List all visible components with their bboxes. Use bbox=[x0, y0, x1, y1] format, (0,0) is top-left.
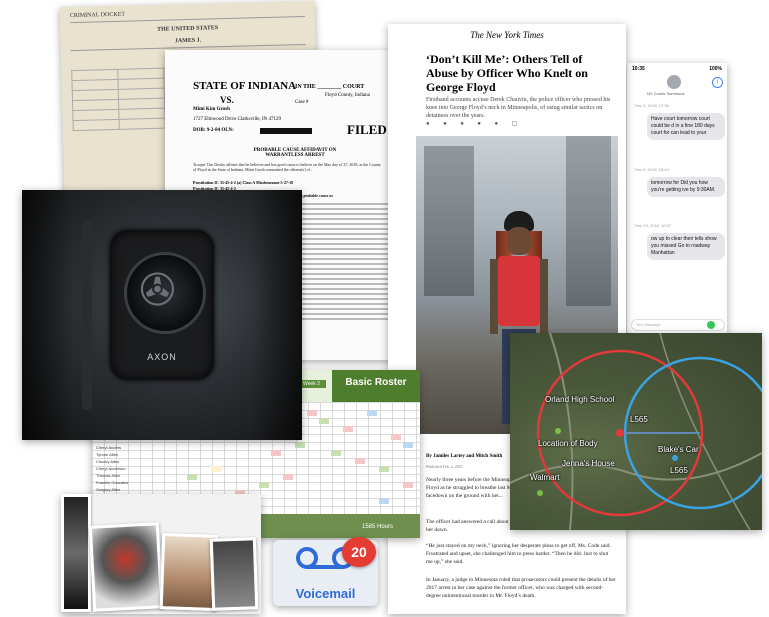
road bbox=[549, 333, 574, 530]
body-camera: ✇ AXON bbox=[110, 230, 214, 380]
cell bbox=[319, 418, 329, 424]
map-label-distance: L565 bbox=[630, 415, 648, 424]
notification-badge: 20 bbox=[342, 537, 376, 567]
cell bbox=[391, 434, 401, 440]
map-label-jenna: Jenna's House bbox=[562, 459, 615, 468]
cell bbox=[211, 466, 221, 472]
total-hours: 1585 Hours bbox=[362, 524, 394, 530]
share-icons[interactable]: ● ● ● ● ● ▢ bbox=[426, 120, 523, 127]
cell bbox=[403, 442, 413, 448]
cell bbox=[379, 466, 389, 472]
map-pin-icon[interactable] bbox=[537, 490, 543, 496]
article-date: Published Feb. 2, 2021 bbox=[426, 464, 463, 469]
map-label-school: Orland High School bbox=[545, 395, 615, 404]
message-timestamp: Dec 4, 2018, 16:44 bbox=[635, 167, 669, 172]
article-headline: ‘Don’t Kill Me’: Others Tell of Abuse by… bbox=[426, 52, 588, 94]
cell bbox=[187, 474, 197, 480]
contact-name: NY Courts Summons bbox=[647, 91, 685, 96]
employee-name: Franklin Gonzales bbox=[96, 480, 129, 485]
message-text: tomorrow for Did you how you're getting … bbox=[651, 180, 716, 193]
photo-collage bbox=[61, 494, 261, 614]
message-bubble: Have court tomorrow court could be d in … bbox=[647, 113, 725, 140]
cell bbox=[283, 474, 293, 480]
article-paragraph: “He just stayed on my neck,” ignoring he… bbox=[426, 543, 611, 565]
map-label-distance: L565 bbox=[670, 466, 688, 475]
map-label-walmart: Walmart bbox=[530, 473, 560, 482]
defendant-address: 1727 Elmwood Drive Clarksville, IN 47129 bbox=[193, 117, 282, 122]
cell bbox=[367, 410, 377, 416]
nyt-masthead: The New York Times bbox=[470, 30, 544, 40]
article-subhead: Firsthand accounts accuse Derek Chauvin,… bbox=[426, 97, 611, 119]
red-shirt bbox=[498, 256, 540, 326]
case-number-label: Case # bbox=[295, 100, 309, 105]
message-timestamp: Dec 3, 2018, 17:35 bbox=[635, 103, 669, 108]
info-icon[interactable]: i bbox=[712, 77, 723, 88]
message-bubble: ow up to clear their tells show you miss… bbox=[647, 233, 725, 260]
tree bbox=[566, 136, 611, 306]
employee-name: Cheryl Anderson bbox=[96, 466, 126, 471]
cell bbox=[331, 450, 341, 456]
photo-thumbnail[interactable] bbox=[88, 522, 164, 612]
employee-name: Gregory Allen bbox=[96, 487, 121, 492]
map-label-body: Location of Body bbox=[538, 439, 598, 448]
send-button[interactable] bbox=[707, 321, 715, 329]
voicemail-label: Voicemail bbox=[295, 586, 356, 601]
photo-thumbnail[interactable] bbox=[209, 537, 259, 611]
court-word: COURT bbox=[342, 84, 365, 90]
redaction-bar bbox=[260, 128, 312, 134]
affidavit-body: Trooper Tim Doxby affirms that he believ… bbox=[193, 162, 381, 172]
status-bar: 10:35 100% bbox=[627, 63, 727, 75]
imessage-screen: 10:35 100% i NY Courts Summons Dec 3, 20… bbox=[627, 63, 727, 335]
map-pin-icon[interactable] bbox=[555, 428, 561, 434]
camera-lens-icon: ✇ bbox=[124, 252, 206, 334]
cell bbox=[355, 458, 365, 464]
roster-title: Basic Roster bbox=[332, 370, 420, 402]
tree bbox=[424, 146, 474, 296]
charge-1: Prostitution IC 35-45-4-2 (a) Class A Mi… bbox=[193, 180, 294, 185]
message-text: ow up to clear their tells show you miss… bbox=[651, 236, 717, 256]
axon-logo: AXON bbox=[147, 352, 177, 362]
battery-level: 100% bbox=[709, 66, 722, 72]
message-bubble: tomorrow for Did you how you're getting … bbox=[647, 177, 725, 197]
car-icon[interactable] bbox=[672, 455, 678, 461]
affidavit-heading: PROBABLE CAUSE AFFIDAVIT ON WARRANTLESS … bbox=[253, 148, 337, 158]
cell bbox=[295, 442, 305, 448]
court-label: IN THE ________ COURT bbox=[295, 84, 365, 90]
cell bbox=[271, 450, 281, 456]
face bbox=[507, 227, 531, 255]
map-overlay bbox=[510, 333, 762, 530]
employee-name: Chucky Allen bbox=[96, 459, 120, 464]
cell bbox=[307, 410, 317, 416]
clock: 10:35 bbox=[632, 66, 645, 72]
filed-stamp: FILED bbox=[347, 122, 387, 137]
camera-clip bbox=[82, 220, 92, 410]
state-title: STATE OF INDIANA bbox=[193, 80, 297, 92]
in-the: IN THE bbox=[295, 84, 316, 90]
employee-name: Tyrone Allen bbox=[96, 452, 119, 457]
message-text: Have court tomorrow court could be d in … bbox=[651, 116, 715, 136]
defendant-dob: DOB: 9-2-84 OLN: bbox=[193, 128, 234, 133]
defendant-name: Mimi Kim Grosh bbox=[193, 107, 230, 112]
photo-thumbnail[interactable] bbox=[61, 494, 91, 612]
employee-name: Cheryl Anders bbox=[96, 445, 122, 450]
cell bbox=[259, 482, 269, 488]
vs-label: VS. bbox=[220, 95, 234, 105]
satellite-map[interactable]: Orland High School Location of Body Jenn… bbox=[510, 333, 762, 530]
map-label-car: Blake's Car bbox=[658, 445, 699, 454]
employee-name: Thomas Allen bbox=[96, 473, 121, 478]
county-label: Floyd County, Indiana bbox=[325, 93, 370, 98]
cell bbox=[403, 482, 413, 488]
location-pin-icon[interactable] bbox=[616, 429, 624, 437]
article-paragraph: In January, a judge in Minnesota ruled t… bbox=[426, 577, 616, 599]
cell bbox=[343, 426, 353, 432]
article-byline: By Jamiles Lartey and Mitch Smith bbox=[426, 454, 503, 459]
contact-avatar[interactable] bbox=[667, 75, 681, 89]
cell bbox=[379, 498, 389, 504]
docket-title: THE UNITED STATES bbox=[157, 25, 219, 33]
body-camera-photo: ✇ AXON bbox=[22, 190, 302, 440]
message-timestamp: Dec 23, 2018, 10:07 bbox=[635, 223, 672, 228]
